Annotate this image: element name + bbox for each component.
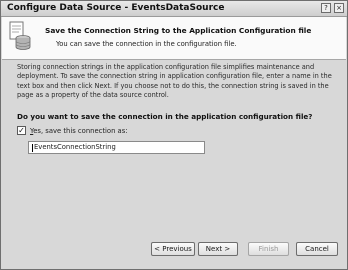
connection-name-input[interactable]: EventsConnectionString [28,141,205,154]
description-text: Storing connection strings in the applic… [17,63,332,99]
header-subtitle: You can save the connection in the confi… [56,40,237,48]
configure-data-source-dialog: Configure Data Source - EventsDataSource… [0,0,348,270]
title-bar[interactable]: Configure Data Source - EventsDataSource… [1,1,347,17]
cancel-button[interactable]: Cancel [296,242,338,256]
connection-name-value: EventsConnectionString [34,143,116,151]
save-connection-checkbox[interactable]: ✓ [17,126,26,135]
wizard-header: Save the Connection String to the Applic… [2,17,346,60]
checkbox-label-text: es, save this connection as: [33,127,128,135]
database-wizard-icon [9,21,31,50]
save-connection-label[interactable]: Yes, save this connection as: [30,127,128,135]
help-button[interactable]: ? [321,3,331,13]
next-button[interactable]: Next > [198,242,238,256]
window-title: Configure Data Source - EventsDataSource [7,3,225,13]
finish-button[interactable]: Finish [248,242,289,256]
header-title: Save the Connection String to the Applic… [45,26,312,35]
previous-button[interactable]: < Previous [151,242,195,256]
close-button[interactable]: × [334,3,344,13]
save-question: Do you want to save the connection in th… [17,112,313,121]
text-caret [32,144,33,152]
